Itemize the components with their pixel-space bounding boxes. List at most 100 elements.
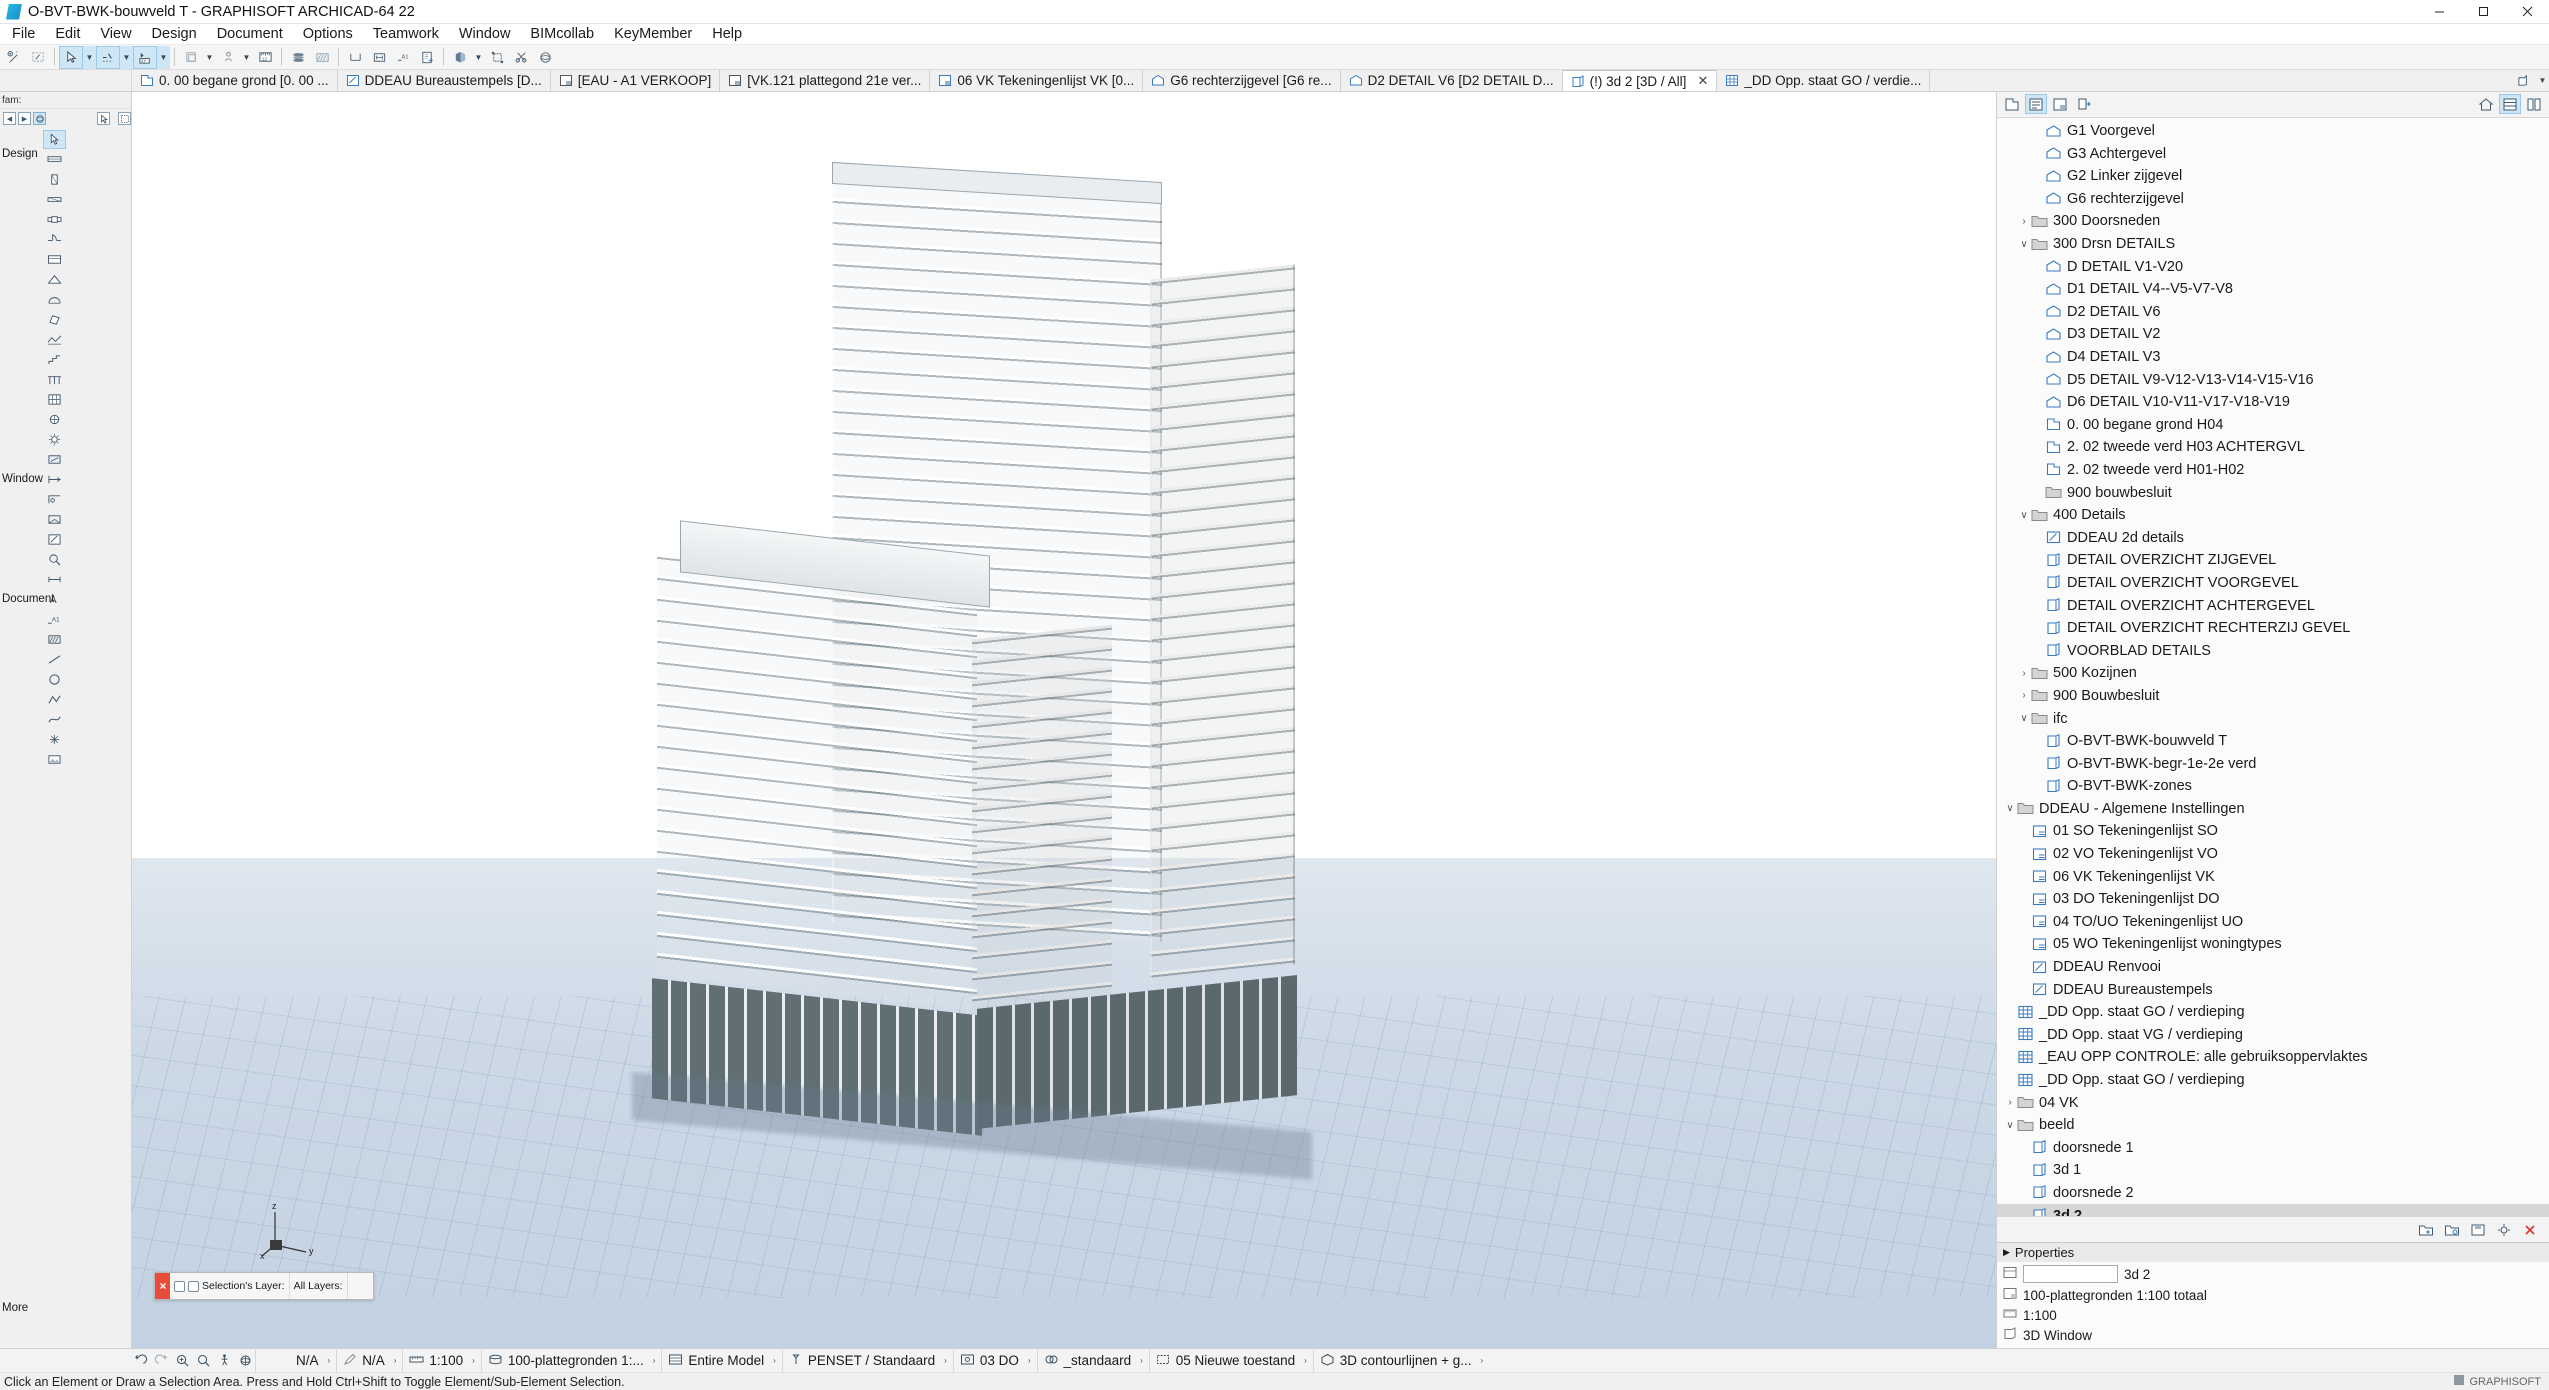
navigator-item[interactable]: G2 Linker zijgevel <box>1997 165 2549 188</box>
home-icon[interactable] <box>2475 94 2497 114</box>
property-combo-input[interactable] <box>2023 1265 2118 1284</box>
toolbox-section-more[interactable]: More <box>2 1302 28 1314</box>
roof-tool[interactable] <box>43 270 66 289</box>
navigator-item[interactable]: doorsnede 1 <box>1997 1136 2549 1159</box>
object-tool[interactable] <box>43 410 66 429</box>
navigator-item[interactable]: DDEAU Bureaustempels <box>1997 978 2549 1001</box>
tab-ddeau-bureaustempels[interactable]: DDEAU Bureaustempels [D... <box>337 70 551 91</box>
tab-dd-opp-staat-go[interactable]: _DD Opp. staat GO / verdie... <box>1717 70 1931 91</box>
status-cell-layer-combo[interactable]: 100-plattegronden 1:... › <box>480 1349 662 1372</box>
coordinate-dropdown[interactable]: ▼ <box>157 45 170 69</box>
menu-keymember[interactable]: KeyMember <box>604 24 702 45</box>
navigator-item[interactable]: 900 bouwbesluit <box>1997 481 2549 504</box>
undo-icon[interactable] <box>130 1351 150 1371</box>
chevron-down-icon[interactable]: ∨ <box>2017 510 2031 521</box>
toolbox-section-document[interactable]: Document <box>2 593 54 605</box>
selection-info-palette[interactable]: Selection's Layer: All Layers: <box>154 1272 374 1300</box>
person-scale-icon[interactable] <box>216 46 240 69</box>
elevation-tool[interactable] <box>43 490 66 509</box>
selection-layer-cell[interactable]: Selection's Layer: <box>170 1273 290 1299</box>
chevron-down-icon[interactable]: ∨ <box>2003 1120 2017 1131</box>
organizer-icon[interactable] <box>2523 94 2545 114</box>
navigator-item[interactable]: ∨ 400 Details <box>1997 504 2549 527</box>
menu-bimcollab[interactable]: BIMcollab <box>520 24 604 45</box>
coordinate-xy-icon[interactable]: XY <box>133 45 157 69</box>
section-tool[interactable] <box>43 470 66 489</box>
view-map-icon[interactable] <box>2025 94 2047 115</box>
morph-tool[interactable] <box>43 310 66 329</box>
layer-icon[interactable] <box>179 46 203 69</box>
3d-viewport[interactable]: z y x Selection's Layer: All Layers: <box>132 92 1996 1348</box>
column-tool[interactable] <box>43 170 66 189</box>
navigator-item[interactable]: D6 DETAIL V10-V11-V17-V18-V19 <box>1997 391 2549 414</box>
dim-linear-icon[interactable] <box>367 46 391 69</box>
beam-tool[interactable] <box>43 190 66 209</box>
status-cell-graphic-override[interactable]: _standaard › <box>1036 1349 1149 1372</box>
status-cell-pen-na[interactable]: N/A › <box>255 1349 336 1372</box>
close-button[interactable] <box>2505 0 2549 24</box>
chevron-down-icon[interactable]: ∨ <box>2017 239 2031 250</box>
toolbox-section-design[interactable]: Design <box>2 148 38 160</box>
navigator-item[interactable]: ∨ 300 Drsn DETAILS <box>1997 233 2549 256</box>
settings-icon[interactable] <box>2493 1220 2515 1240</box>
stop-icon[interactable] <box>155 1273 170 1299</box>
tab-eau-a1-verkoop[interactable]: [EAU - A1 VERKOOP] <box>550 70 721 91</box>
navigator-item[interactable]: DDEAU Renvooi <box>1997 956 2549 979</box>
publish-icon[interactable] <box>415 46 439 69</box>
all-layers-cell[interactable]: All Layers: <box>290 1273 348 1299</box>
chevron-right-icon[interactable]: › <box>2017 668 2031 679</box>
save-view-icon[interactable] <box>2467 1220 2489 1240</box>
arc-tool[interactable] <box>43 670 66 689</box>
menu-document[interactable]: Document <box>207 24 293 45</box>
navigator-item[interactable]: D5 DETAIL V9-V12-V13-V14-V15-V16 <box>1997 368 2549 391</box>
snap-guide-icon[interactable] <box>96 45 120 69</box>
project-map-icon[interactable] <box>2001 94 2023 114</box>
polyline-tool[interactable] <box>43 690 66 709</box>
toolbox-arrow-icon[interactable] <box>97 112 110 125</box>
status-cell-renovation[interactable]: 05 Nieuwe toestand › <box>1148 1349 1313 1372</box>
toolbox-marquee-icon[interactable] <box>118 112 131 125</box>
stair-tool[interactable] <box>43 350 66 369</box>
railing-tool[interactable] <box>43 370 66 389</box>
navigator-item[interactable]: 06 VK Tekeningenlijst VK <box>1997 865 2549 888</box>
navigator-item[interactable]: _DD Opp. staat GO / verdieping <box>1997 1069 2549 1092</box>
3d-view-dropdown[interactable]: ▼ <box>472 46 485 69</box>
chevron-down-icon[interactable]: ∨ <box>2017 713 2031 724</box>
new-folder-icon[interactable] <box>2415 1220 2437 1240</box>
navigator-item[interactable]: O-BVT-BWK-zones <box>1997 775 2549 798</box>
nav-orbit-icon[interactable] <box>33 112 46 125</box>
nav-next-icon[interactable]: ▶ <box>18 112 31 125</box>
orbit-icon[interactable] <box>235 1351 255 1371</box>
lamp-tool[interactable] <box>43 430 66 449</box>
composite-icon[interactable] <box>310 46 334 69</box>
menu-teamwork[interactable]: Teamwork <box>363 24 449 45</box>
tab-list-dropdown[interactable]: ▼ <box>2536 69 2549 92</box>
3d-view-icon[interactable] <box>448 46 472 69</box>
navigator-item[interactable]: ∨ ifc <box>1997 707 2549 730</box>
navigator-item[interactable]: D1 DETAIL V4--V5-V7-V8 <box>1997 278 2549 301</box>
marquee-icon[interactable] <box>26 46 50 69</box>
status-cell-model-view[interactable]: 03 DO › <box>952 1349 1037 1372</box>
nav-prev-icon[interactable]: ◀ <box>3 112 16 125</box>
pan-icon[interactable] <box>193 1351 213 1371</box>
door-tool[interactable] <box>43 230 66 249</box>
worksheet-tool[interactable] <box>43 530 66 549</box>
detail-tool[interactable] <box>43 550 66 569</box>
status-cell-3d-style[interactable]: 3D contourlijnen + g... › <box>1312 1349 1489 1372</box>
navigator-item[interactable]: D DETAIL V1-V20 <box>1997 255 2549 278</box>
mesh-tool[interactable] <box>43 330 66 349</box>
navigator-item[interactable]: doorsnede 2 <box>1997 1182 2549 1205</box>
tab-d2-detail-v6[interactable]: D2 DETAIL V6 [D2 DETAIL D... <box>1340 70 1563 91</box>
ruler-icon[interactable]: 12 <box>253 46 277 69</box>
interior-elevation-tool[interactable] <box>43 510 66 529</box>
layer-dropdown[interactable]: ▼ <box>203 46 216 69</box>
navigator-item[interactable]: VOORBLAD DETAILS <box>1997 639 2549 662</box>
navigator-item[interactable]: 02 VO Tekeningenlijst VO <box>1997 843 2549 866</box>
navigator-item[interactable]: 04 TO/UO Tekeningenlijst UO <box>1997 911 2549 934</box>
navigator-item[interactable]: G6 rechterzijgevel <box>1997 188 2549 211</box>
navigator-item[interactable]: 2. 02 tweede verd H01-H02 <box>1997 459 2549 482</box>
figure-tool[interactable] <box>43 750 66 769</box>
curtain-wall-tool[interactable] <box>43 390 66 409</box>
navigator-item[interactable]: ∨ beeld <box>1997 1114 2549 1137</box>
layout-book-icon[interactable] <box>2049 94 2071 114</box>
